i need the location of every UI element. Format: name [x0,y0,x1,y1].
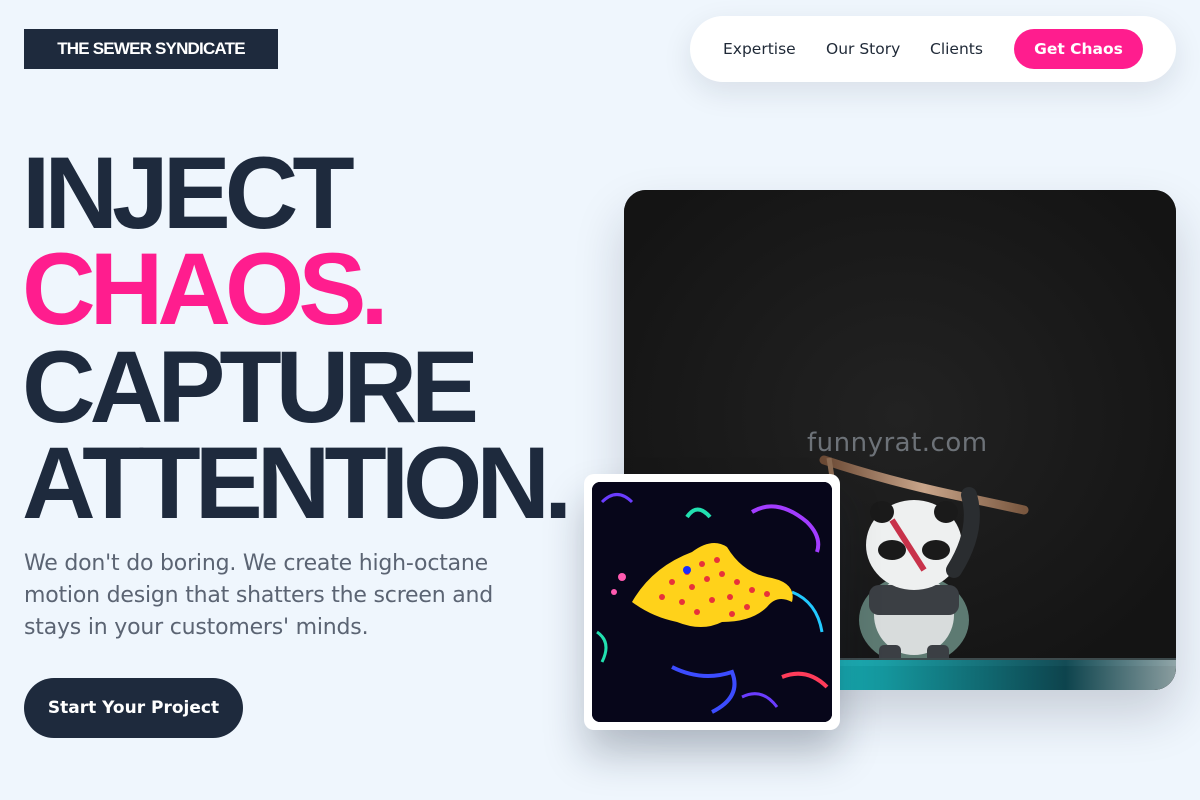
nav-link-our-story[interactable]: Our Story [826,16,900,82]
hero-line-chaos: CHAOS. [22,232,389,346]
nav-link-clients[interactable]: Clients [930,16,983,82]
hero-line-attention: ATTENTION. [22,426,572,540]
neon-creature-illustration [592,482,832,722]
hero-line-inject: INJECT [22,136,355,250]
hero-subtitle: We don't do boring. We create high-octan… [24,551,494,640]
hero-line-capture: CAPTURE [22,330,479,444]
brand-logo[interactable]: THE SEWER SYNDICATE [24,29,278,69]
start-project-button[interactable]: Start Your Project [24,678,243,738]
watermark-text: funnyrat.com [807,428,988,458]
nav-link-expertise[interactable]: Expertise [723,16,796,82]
get-chaos-button[interactable]: Get Chaos [1014,29,1143,69]
thumbnail-image-card [584,474,840,730]
top-navigation: Expertise Our Story Clients Get Chaos [690,16,1176,82]
